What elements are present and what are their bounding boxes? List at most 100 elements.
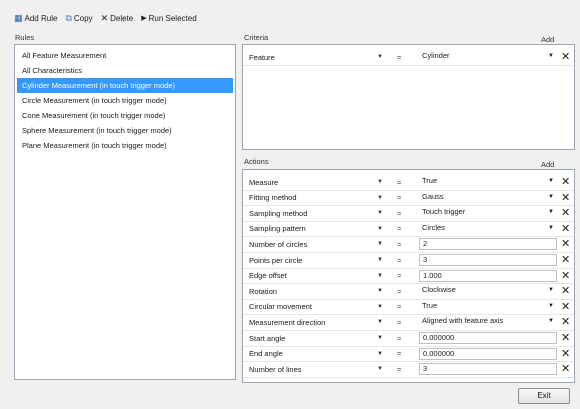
chevron-down-icon[interactable]: ▼ <box>377 257 383 263</box>
remove-row-icon[interactable]: ✕ <box>561 176 570 188</box>
chevron-down-icon[interactable]: ▼ <box>548 223 554 233</box>
action-value-input[interactable]: 2 <box>419 238 557 251</box>
run-selected-button[interactable]: ▶ Run Selected <box>141 14 196 23</box>
action-property-name[interactable]: Edge offset <box>249 271 369 280</box>
rule-list-item[interactable]: Circle Measurement (in touch trigger mod… <box>17 93 233 108</box>
action-value-text: Clockwise <box>422 285 456 295</box>
action-row: Sampling method ▼ = Touch trigger ▼ ✕ <box>243 206 574 220</box>
remove-row-icon[interactable]: ✕ <box>561 332 570 344</box>
criteria-label: Criteria <box>244 33 269 42</box>
rule-list-item[interactable]: All Characteristics <box>17 63 233 78</box>
rule-list-item[interactable]: Cone Measurement (in touch trigger mode) <box>17 108 233 123</box>
action-property-name[interactable]: Sampling method <box>249 209 369 218</box>
criteria-operator: = <box>397 52 402 62</box>
remove-row-icon[interactable]: ✕ <box>561 316 570 328</box>
chevron-down-icon[interactable]: ▼ <box>548 51 554 61</box>
action-property-name[interactable]: Number of circles <box>249 240 369 249</box>
chevron-down-icon[interactable]: ▼ <box>377 54 383 60</box>
remove-row-icon[interactable]: ✕ <box>561 285 570 297</box>
chevron-down-icon[interactable]: ▼ <box>377 210 383 216</box>
action-value-input[interactable]: 1.000 <box>419 269 557 282</box>
action-property-name[interactable]: Fitting method <box>249 193 369 202</box>
chevron-down-icon[interactable]: ▼ <box>377 288 383 294</box>
action-row: Number of lines ▼ = 3 ✕ <box>243 362 574 376</box>
chevron-down-icon[interactable]: ▼ <box>377 195 383 201</box>
criteria-row: Feature ▼ = Cylinder ▼ ✕ <box>243 50 574 64</box>
action-property-name[interactable]: Measure <box>249 178 369 187</box>
rule-list-item[interactable]: Sphere Measurement (in touch trigger mod… <box>17 123 233 138</box>
chevron-down-icon[interactable]: ▼ <box>377 319 383 325</box>
action-value-text: 1.000 <box>423 270 442 280</box>
action-property-name[interactable]: Rotation <box>249 287 369 296</box>
chevron-down-icon[interactable]: ▼ <box>548 316 554 326</box>
action-row: Points per circle ▼ = 3 ✕ <box>243 253 574 267</box>
remove-row-icon[interactable]: ✕ <box>561 270 570 282</box>
action-row: Edge offset ▼ = 1.000 ✕ <box>243 269 574 283</box>
chevron-down-icon[interactable]: ▼ <box>377 335 383 341</box>
criteria-value-dropdown[interactable]: Cylinder ▼ <box>419 51 557 63</box>
chevron-down-icon[interactable]: ▼ <box>548 285 554 295</box>
remove-row-icon[interactable]: ✕ <box>561 207 570 219</box>
chevron-down-icon[interactable]: ▼ <box>377 304 383 310</box>
chevron-down-icon[interactable]: ▼ <box>548 301 554 311</box>
remove-row-icon[interactable]: ✕ <box>561 254 570 266</box>
action-operator: = <box>397 349 402 359</box>
action-property-name[interactable]: Points per circle <box>249 256 369 265</box>
add-rule-icon: ▦ <box>14 12 23 23</box>
action-value-input[interactable]: 3 <box>419 363 557 376</box>
action-value-text: 0.000000 <box>423 348 455 358</box>
action-value-input[interactable]: 0.000000 <box>419 332 557 344</box>
remove-row-icon[interactable]: ✕ <box>561 363 570 375</box>
chevron-down-icon[interactable]: ▼ <box>548 192 554 202</box>
action-row: Sampling pattern ▼ = Circles ▼ ✕ <box>243 222 574 236</box>
action-value-dropdown[interactable]: Clockwise ▼ <box>419 285 557 297</box>
chevron-down-icon[interactable]: ▼ <box>548 207 554 217</box>
rule-list-item[interactable]: Plane Measurement (in touch trigger mode… <box>17 138 233 153</box>
action-value-dropdown[interactable]: Aligned with feature axis ▼ <box>419 316 557 328</box>
action-property-name[interactable]: Measurement direction <box>249 318 369 327</box>
action-value-text: 2 <box>423 239 428 249</box>
chevron-down-icon[interactable]: ▼ <box>377 179 383 185</box>
action-value-input[interactable]: 0.000000 <box>419 347 557 360</box>
action-property-name[interactable]: End angle <box>249 349 369 358</box>
chevron-down-icon[interactable]: ▼ <box>377 241 383 247</box>
action-value-dropdown[interactable]: Gauss ▼ <box>419 192 557 204</box>
action-value-dropdown[interactable]: True ▼ <box>419 176 557 188</box>
action-property-name[interactable]: Start angle <box>249 334 369 343</box>
action-property-name[interactable]: Circular movement <box>249 302 369 311</box>
action-value-dropdown[interactable]: Touch trigger ▼ <box>419 207 557 219</box>
actions-grid: Measure ▼ = True ▼ ✕ Fitting method ▼ = Gauss ▼ ✕ Sa… <box>242 169 575 383</box>
action-row: Measurement direction ▼ = Aligned with feat… <box>243 315 574 329</box>
rule-list-item[interactable]: Cylinder Measurement (in touch trigger m… <box>17 78 233 93</box>
chevron-down-icon[interactable]: ▼ <box>548 176 554 186</box>
chevron-down-icon[interactable]: ▼ <box>377 273 383 279</box>
remove-row-icon[interactable]: ✕ <box>561 192 570 204</box>
chevron-down-icon[interactable]: ▼ <box>377 366 383 372</box>
rules-list[interactable]: All Feature Measurement All Characteristi… <box>14 44 236 380</box>
remove-row-icon[interactable]: ✕ <box>561 348 570 360</box>
action-value-dropdown[interactable]: True ▼ <box>419 301 557 313</box>
action-value-dropdown[interactable]: Circles ▼ <box>419 223 557 235</box>
chevron-down-icon[interactable]: ▼ <box>377 351 383 357</box>
action-property-name[interactable]: Number of lines <box>249 365 369 374</box>
action-operator: = <box>397 333 402 343</box>
row-divider <box>243 376 574 378</box>
actions-label: Actions <box>244 157 269 166</box>
remove-row-icon[interactable]: ✕ <box>561 51 570 63</box>
delete-button[interactable]: ✕ Delete <box>101 13 134 23</box>
criteria-add-link[interactable]: Add <box>541 35 554 44</box>
chevron-down-icon[interactable]: ▼ <box>377 226 383 232</box>
rule-list-item[interactable]: All Feature Measurement <box>17 48 233 63</box>
criteria-property-name[interactable]: Feature <box>249 53 369 62</box>
remove-row-icon[interactable]: ✕ <box>561 223 570 235</box>
actions-add-link[interactable]: Add <box>541 160 554 169</box>
action-row: End angle ▼ = 0.000000 ✕ <box>243 347 574 361</box>
action-value-input[interactable]: 3 <box>419 254 557 266</box>
copy-button[interactable]: ⧉ Copy <box>65 13 92 23</box>
remove-row-icon[interactable]: ✕ <box>561 238 570 250</box>
action-operator: = <box>397 364 402 374</box>
action-property-name[interactable]: Sampling pattern <box>249 224 369 233</box>
add-rule-button[interactable]: ▦ Add Rule <box>14 12 57 23</box>
remove-row-icon[interactable]: ✕ <box>561 301 570 313</box>
exit-button[interactable]: Exit <box>518 388 570 404</box>
